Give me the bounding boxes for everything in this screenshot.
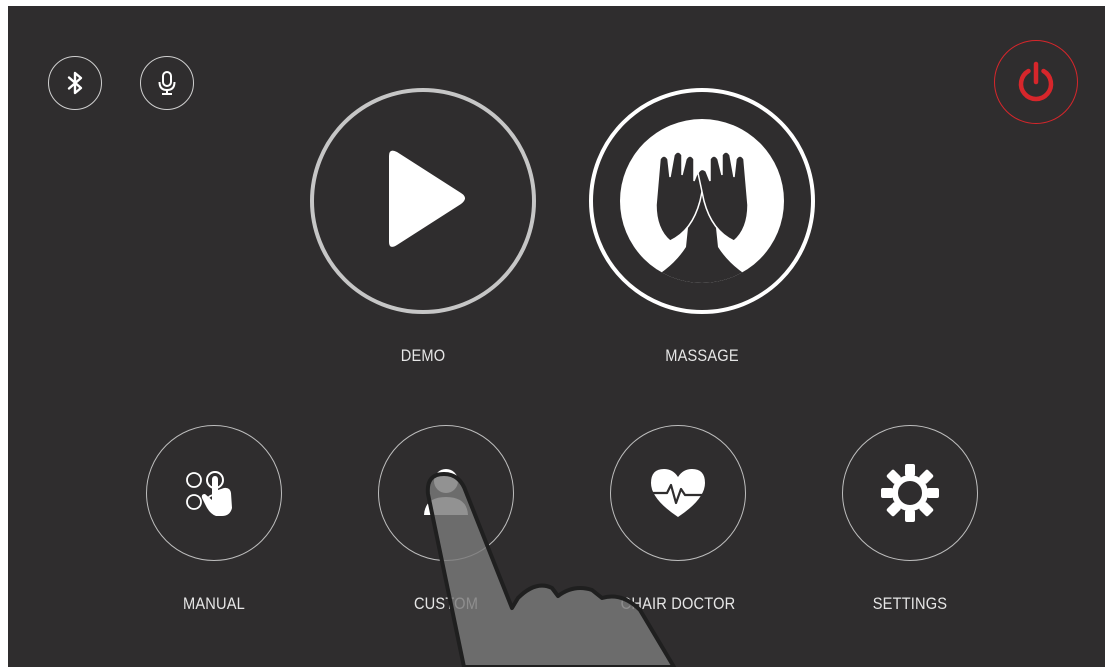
bluetooth-button[interactable] (48, 56, 102, 110)
settings-label: SETTINGS (872, 594, 948, 613)
power-button[interactable] (994, 40, 1078, 124)
home-screen: DEMO MASSAGE MANUAL CUSTOM CHAIR DOCTOR … (8, 6, 1105, 667)
massage-label: MASSAGE (665, 346, 739, 365)
power-icon (1018, 61, 1054, 102)
massage-disc (620, 119, 784, 283)
gear-icon (881, 464, 939, 522)
manual-button[interactable] (146, 425, 282, 561)
demo-label: DEMO (400, 346, 446, 365)
massage-button[interactable] (589, 88, 815, 314)
bluetooth-icon (67, 71, 83, 95)
microphone-button[interactable] (140, 56, 194, 110)
play-icon (389, 150, 465, 247)
settings-button[interactable] (842, 425, 978, 561)
pointing-hand-icon (425, 472, 676, 667)
massage-hands-icon (644, 151, 760, 283)
microphone-icon (158, 71, 176, 95)
demo-button[interactable] (310, 88, 536, 314)
manual-touch-icon (186, 471, 232, 516)
manual-label: MANUAL (183, 594, 245, 613)
